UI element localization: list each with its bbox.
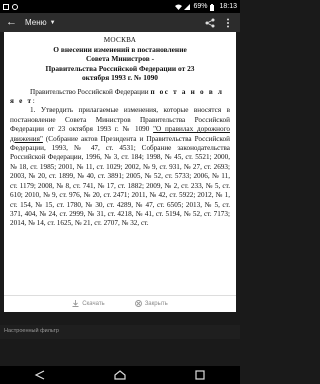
government-decree-line: Правительство Российской Федерации п ос … xyxy=(10,88,230,107)
wifi-icon xyxy=(175,4,183,10)
battery-percent: 69% xyxy=(193,3,208,10)
filter-bar[interactable]: Настроенный фильтр xyxy=(0,325,240,339)
app-bar: ← Меню ▼ xyxy=(0,13,240,32)
menu-dropdown[interactable]: Меню xyxy=(25,18,47,27)
status-bar: 69% 18:13 xyxy=(0,0,240,13)
title-line: Правительства Российской Федерации от 23 xyxy=(45,63,195,73)
title-line: Совета Министров - xyxy=(85,54,155,64)
signal-icon xyxy=(184,3,191,10)
document-body: МОСКВА О внесении изменений в постановле… xyxy=(4,32,236,229)
caret-down-icon[interactable]: ▼ xyxy=(50,20,56,26)
nav-recents-icon[interactable] xyxy=(191,368,209,382)
document-city: МОСКВА xyxy=(103,36,137,44)
title-line: октября 1993 г. № 1090 xyxy=(81,73,159,83)
title-line: О внесении изменений в постановление xyxy=(53,45,187,54)
more-icon[interactable] xyxy=(222,17,234,29)
document-title: О внесении изменений в постановление Сов… xyxy=(10,45,230,83)
nav-home-icon[interactable] xyxy=(111,368,129,382)
filter-label: Настроенный фильтр xyxy=(4,328,59,334)
download-button[interactable]: Скачать xyxy=(72,299,105,309)
gov-colon: : xyxy=(32,97,35,106)
battery-icon xyxy=(210,3,216,11)
paragraph-1: 1. Утвердить прилагаемые изменения, кото… xyxy=(10,106,230,228)
close-label: Закрыть xyxy=(144,301,168,307)
share-icon[interactable] xyxy=(204,17,216,29)
status-line xyxy=(0,312,240,324)
navigation-bar xyxy=(0,366,240,384)
download-icon xyxy=(72,299,79,309)
gov-bold-text: п о xyxy=(150,87,165,96)
notification-icon xyxy=(12,3,18,10)
back-arrow-icon[interactable]: ← xyxy=(6,17,17,28)
document-sheet: МОСКВА О внесении изменений в постановле… xyxy=(4,32,236,312)
close-icon xyxy=(134,299,142,309)
nav-back-icon[interactable] xyxy=(31,368,49,382)
gov-text: Правительство Российской Федерации xyxy=(30,87,151,96)
status-time: 18:13 xyxy=(219,3,237,10)
action-bar: Скачать Закрыть xyxy=(4,295,236,312)
download-label: Скачать xyxy=(82,301,105,307)
para-suffix: (Собрание актов Президента и Правительст… xyxy=(10,134,230,228)
notification-icon xyxy=(3,3,9,10)
close-button[interactable]: Закрыть xyxy=(134,299,168,309)
